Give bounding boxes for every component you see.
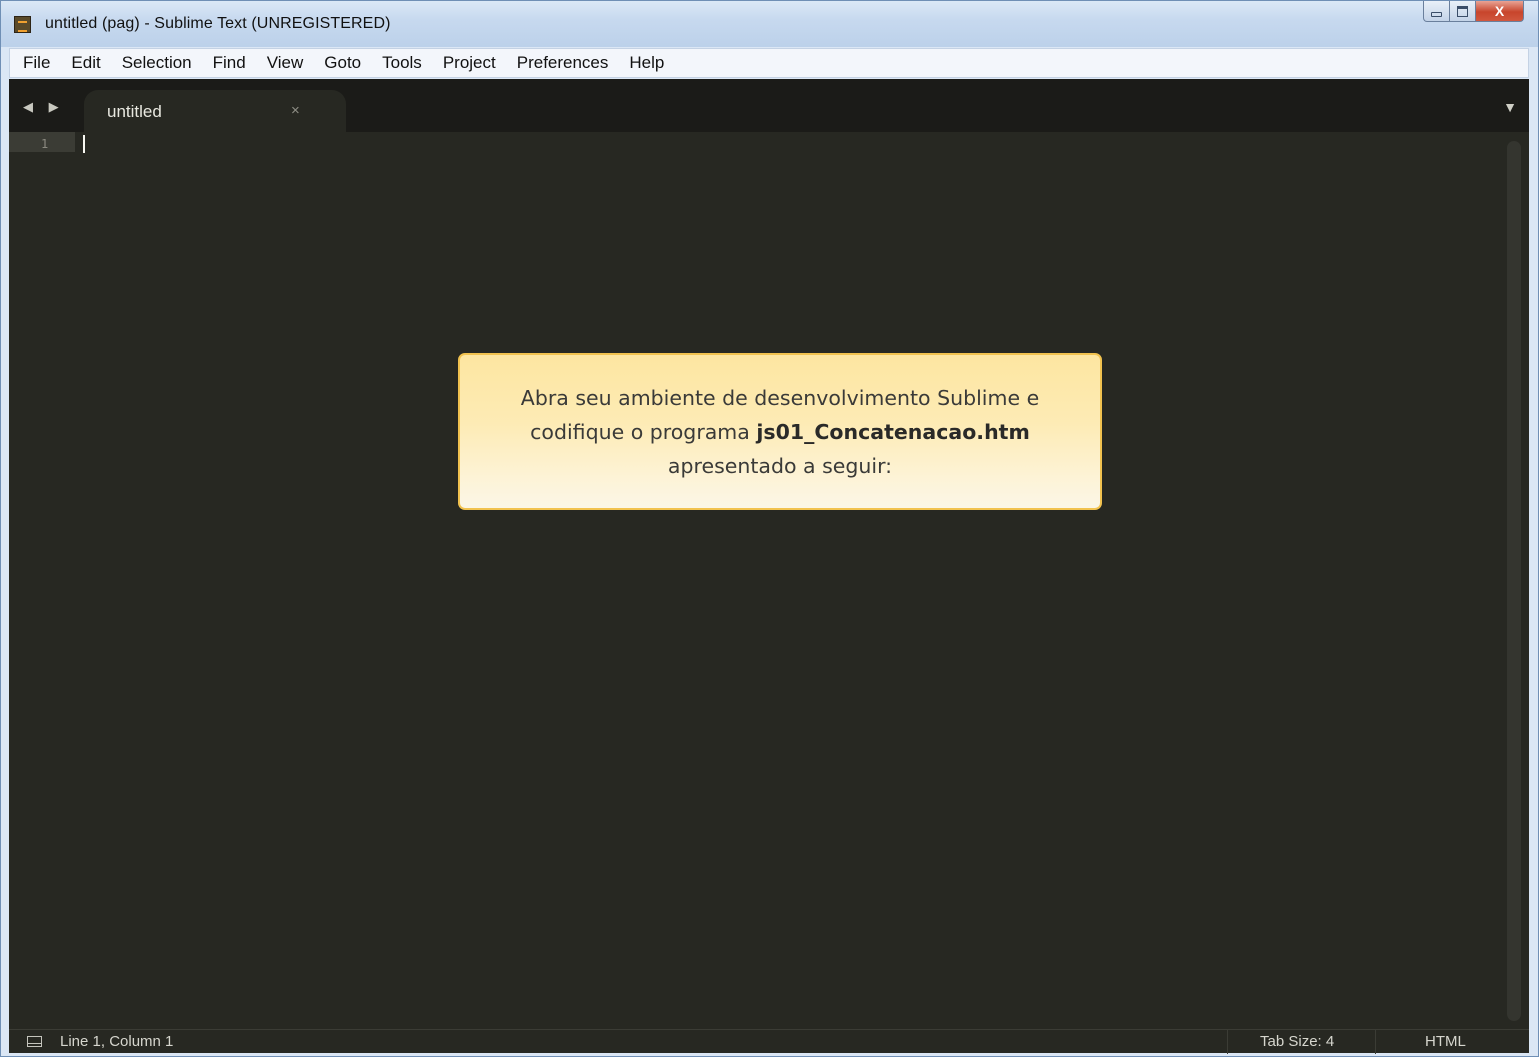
callout-line-3: apresentado a seguir: (667, 453, 893, 478)
panel-toggle-icon[interactable] (27, 1036, 42, 1047)
menu-project[interactable]: Project (432, 49, 506, 77)
syntax-selector[interactable]: HTML (1425, 1033, 1466, 1050)
callout-line-2-prefix: codifique o programa (530, 419, 750, 444)
tab-close-icon[interactable]: × (291, 102, 300, 119)
line-number: 1 (41, 137, 49, 151)
menu-bar: File Edit Selection Find View Goto Tools… (9, 48, 1529, 78)
menu-find[interactable]: Find (202, 49, 256, 77)
menu-selection[interactable]: Selection (111, 49, 202, 77)
close-button[interactable]: X (1476, 1, 1524, 22)
tab-nav-arrows-icon[interactable]: ◀ ▶ (23, 99, 65, 115)
instruction-callout: Abra seu ambiente de desenvolvimento Sub… (458, 353, 1102, 510)
window-title: untitled (pag) - Sublime Text (UNREGISTE… (45, 15, 391, 32)
menu-edit[interactable]: Edit (61, 49, 111, 77)
tab-label: untitled (107, 102, 162, 121)
editor-area: ◀ ▶ untitled × ▼ 1 Abra seu ambiente de … (9, 79, 1529, 1054)
menu-goto[interactable]: Goto (314, 49, 372, 77)
window-controls: X (1423, 1, 1524, 23)
status-divider (1375, 1030, 1376, 1054)
maximize-icon (1457, 5, 1468, 17)
tab-untitled[interactable]: untitled × (84, 90, 346, 132)
title-bar[interactable]: untitled (pag) - Sublime Text (UNREGISTE… (1, 1, 1538, 47)
close-icon: X (1494, 3, 1505, 19)
status-bar: Line 1, Column 1 Tab Size: 4 HTML (9, 1029, 1529, 1054)
sublime-window: untitled (pag) - Sublime Text (UNREGISTE… (0, 0, 1539, 1057)
menu-view[interactable]: View (256, 49, 314, 77)
tab-bar: ◀ ▶ untitled × ▼ (9, 79, 1529, 132)
vertical-scrollbar[interactable] (1507, 141, 1521, 1021)
callout-filename: js01_Concatenacao.htm (756, 419, 1030, 444)
menu-tools[interactable]: Tools (372, 49, 433, 77)
maximize-button[interactable] (1450, 1, 1476, 22)
status-divider (1227, 1030, 1228, 1054)
menu-file[interactable]: File (10, 49, 61, 77)
menu-help[interactable]: Help (619, 49, 675, 77)
text-caret (83, 135, 85, 153)
callout-line-1: Abra seu ambiente de desenvolvimento Sub… (520, 385, 1040, 410)
cursor-position: Line 1, Column 1 (60, 1033, 174, 1050)
tab-list-dropdown-icon[interactable]: ▼ (1503, 99, 1517, 115)
minimize-icon (1431, 11, 1442, 17)
callout-text: Abra seu ambiente de desenvolvimento Sub… (521, 381, 1039, 483)
minimize-button[interactable] (1423, 1, 1450, 22)
sublime-app-icon[interactable] (14, 16, 31, 33)
tab-size-selector[interactable]: Tab Size: 4 (1260, 1033, 1334, 1050)
menu-preferences[interactable]: Preferences (506, 49, 619, 77)
